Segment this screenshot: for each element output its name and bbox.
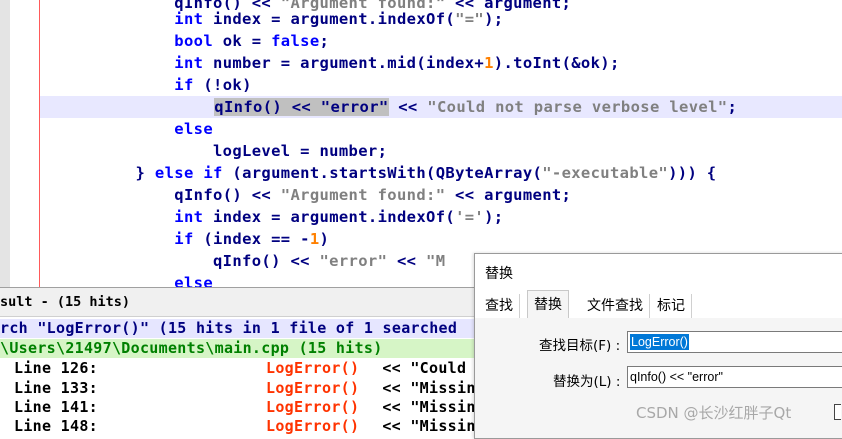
code-token: ); xyxy=(484,208,504,226)
replace-label: 替换为(L) : xyxy=(553,374,621,390)
result-context-op: << xyxy=(373,417,411,435)
code-token: (!ok) xyxy=(193,76,252,94)
code-token: number = argument.mid(index+ xyxy=(203,54,485,72)
result-line-number: Line 148: xyxy=(14,417,98,435)
result-line-number: Line 126: xyxy=(14,359,98,377)
code-editor[interactable]: qInfo() << "Argument found:" << argument… xyxy=(0,0,842,287)
code-token: "error" xyxy=(319,252,388,270)
result-context: << "Missing xyxy=(373,398,485,417)
code-line[interactable]: int index = argument.indexOf('='); xyxy=(0,206,503,228)
replace-input[interactable]: qInfo() << "error" xyxy=(627,366,842,388)
code-line[interactable]: int index = argument.indexOf("="); xyxy=(0,8,503,30)
result-hit: LogError() xyxy=(266,417,360,435)
code-token: ; xyxy=(727,98,738,116)
result-hit: LogError() xyxy=(266,398,360,416)
code-token: } xyxy=(135,164,155,182)
result-context-op: << xyxy=(373,398,411,416)
code-token: '=' xyxy=(455,208,485,226)
result-line-number: Line 133: xyxy=(14,379,98,397)
tab-replace[interactable]: 替换 xyxy=(527,290,569,319)
csdn-watermark: CSDN @长沙红胖子Qt xyxy=(636,404,792,422)
result-context: << "Missing xyxy=(373,417,485,435)
code-token: if xyxy=(174,76,194,94)
code-token: int xyxy=(174,208,204,226)
tab-find-in-files[interactable]: 文件查找 xyxy=(581,294,650,318)
code-line[interactable]: if (index == -1) xyxy=(0,228,329,250)
code-token: else xyxy=(174,120,214,138)
result-hit: LogError() xyxy=(266,359,360,377)
tab-find[interactable]: 查找 xyxy=(479,294,520,318)
code-token: int xyxy=(174,10,204,28)
result-context: << "Could n xyxy=(373,359,485,378)
code-token: ); xyxy=(484,10,504,28)
code-line[interactable]: else xyxy=(0,118,213,140)
code-line[interactable]: logLevel = number; xyxy=(0,140,387,162)
find-input[interactable]: LogError() xyxy=(627,331,842,353)
code-line[interactable]: qInfo() << "Argument found:" << argument… xyxy=(0,184,571,206)
result-context: << "Missing xyxy=(373,379,485,398)
code-token: (argument.startsWith(QByteArray( xyxy=(222,164,543,182)
code-token: ; xyxy=(319,32,330,50)
code-token: (index == - xyxy=(193,230,310,248)
code-token: ok = xyxy=(213,32,272,50)
code-token: index = argument.indexOf( xyxy=(203,208,456,226)
find-input-value: LogError() xyxy=(630,334,689,350)
code-token: else if xyxy=(154,164,223,182)
code-token: qInfo() << xyxy=(174,186,281,204)
code-token: 1 xyxy=(309,230,320,248)
find-results-tab-label: sult - (15 hits) xyxy=(0,294,131,310)
code-token: ))) { xyxy=(668,164,717,182)
code-token: "-executable" xyxy=(542,164,669,182)
result-line-number: Line 141: xyxy=(14,398,98,416)
code-token: logLevel = number; xyxy=(213,142,388,160)
code-token: << xyxy=(388,98,428,116)
code-token: if xyxy=(174,230,194,248)
result-hit: LogError() xyxy=(266,379,360,397)
code-token: << xyxy=(387,252,427,270)
code-line[interactable]: qInfo() << "error" << "Could not parse v… xyxy=(40,96,842,118)
result-context-op: << xyxy=(373,379,411,397)
code-line[interactable]: bool ok = false; xyxy=(0,30,329,52)
partial-control[interactable] xyxy=(834,404,841,420)
tab-mark[interactable]: 标记 xyxy=(651,294,692,318)
code-token: ) xyxy=(319,230,330,248)
code-token: 1 xyxy=(484,54,494,72)
dialog-tabs: 查找 替换 文件查找 标记 xyxy=(475,290,842,319)
code-token: ).toInt(&ok); xyxy=(493,54,620,72)
replace-input-value: qInfo() << "error" xyxy=(630,370,723,384)
find-label: 查找目标(F) : xyxy=(539,338,621,354)
code-line[interactable]: qInfo() << "error" << "M xyxy=(0,250,445,272)
code-token: "Could not parse verbose level" xyxy=(427,98,728,116)
code-token: "Argument found:" xyxy=(280,186,446,204)
code-token: qInfo() << xyxy=(213,252,320,270)
code-token: index = argument.indexOf( xyxy=(203,10,456,28)
code-line[interactable]: if (!ok) xyxy=(0,74,252,96)
result-context-op: << xyxy=(373,359,411,377)
code-token: else xyxy=(174,274,214,287)
code-token: bool xyxy=(174,32,214,50)
code-line[interactable]: int number = argument.mid(index+1).toInt… xyxy=(0,52,620,74)
code-token: qInfo() << "error" xyxy=(214,98,389,116)
code-line[interactable]: else xyxy=(0,272,213,287)
dialog-title: 替换 xyxy=(485,266,513,282)
code-token: false xyxy=(271,32,320,50)
code-line[interactable]: } else if (argument.startsWith(QByteArra… xyxy=(0,162,717,184)
code-token: "M xyxy=(426,252,446,270)
code-token: << argument; xyxy=(445,186,572,204)
code-token: "=" xyxy=(455,10,485,28)
code-token: int xyxy=(174,54,204,72)
